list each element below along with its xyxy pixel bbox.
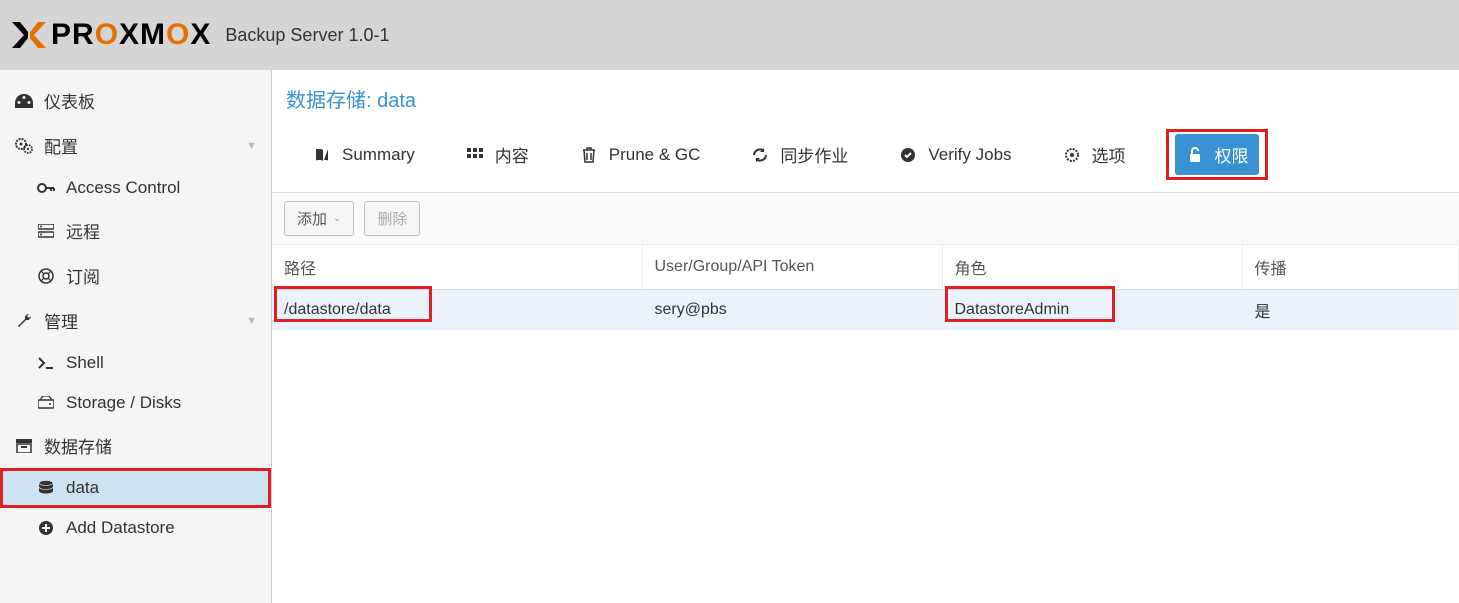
tab-summary[interactable]: Summary xyxy=(302,137,425,173)
remove-button[interactable]: 删除 xyxy=(364,201,420,236)
sidebar-item-subscription[interactable]: 订阅 xyxy=(0,253,271,298)
tab-prune[interactable]: Prune & GC xyxy=(569,137,711,173)
col-propagate[interactable]: 传播 xyxy=(1242,245,1459,290)
sidebar-label: 仪表板 xyxy=(44,88,95,113)
dashboard-icon xyxy=(14,94,34,108)
sidebar-item-datastore[interactable]: 数据存储 xyxy=(0,423,271,468)
tab-label: 同步作业 xyxy=(780,142,848,167)
key-icon xyxy=(36,182,56,194)
wrench-icon xyxy=(14,313,34,329)
server-icon xyxy=(36,224,56,238)
terminal-icon xyxy=(36,357,56,369)
sidebar-label: 管理 xyxy=(44,308,78,333)
logo: PROXMOX xyxy=(10,18,211,52)
sidebar-label: 数据存储 xyxy=(44,433,112,458)
tab-label: 选项 xyxy=(1092,142,1126,167)
hdd-icon xyxy=(36,396,56,410)
cell-role: DatastoreAdmin xyxy=(955,301,1070,318)
book-icon xyxy=(312,147,332,163)
sidebar-label: Shell xyxy=(66,353,104,373)
sidebar: 仪表板 配置 ▼ Access Control 远程 订阅 管理 ▼ Shell xyxy=(0,70,272,603)
cell-propagate: 是 xyxy=(1255,304,1271,321)
tab-label: 权限 xyxy=(1215,142,1249,167)
sidebar-item-admin[interactable]: 管理 ▼ xyxy=(0,298,271,343)
tab-label: Verify Jobs xyxy=(928,145,1011,165)
tab-label: Summary xyxy=(342,145,415,165)
database-icon xyxy=(36,480,56,496)
chevron-down-icon: ▼ xyxy=(246,315,257,327)
tab-sync[interactable]: 同步作业 xyxy=(740,134,858,175)
tab-permissions[interactable]: 权限 xyxy=(1175,134,1259,175)
tab-options[interactable]: 选项 xyxy=(1052,134,1136,175)
tab-content[interactable]: 内容 xyxy=(455,134,539,175)
cell-user: sery@pbs xyxy=(655,301,727,318)
permissions-table: 路径 User/Group/API Token 角色 传播 /datastore… xyxy=(272,245,1459,330)
add-button[interactable]: 添加 ⌄ xyxy=(284,201,354,236)
archive-icon xyxy=(14,439,34,453)
lifebuoy-icon xyxy=(36,268,56,284)
col-path[interactable]: 路径 xyxy=(272,245,642,290)
tab-label: Prune & GC xyxy=(609,145,701,165)
sidebar-label: 远程 xyxy=(66,218,100,243)
sidebar-item-data[interactable]: data xyxy=(0,468,271,508)
sidebar-label: Add Datastore xyxy=(66,518,175,538)
col-role[interactable]: 角色 xyxy=(942,245,1242,290)
highlight-box: 权限 xyxy=(1166,129,1268,180)
sidebar-item-dashboard[interactable]: 仪表板 xyxy=(0,78,271,123)
plus-circle-icon xyxy=(36,520,56,536)
trash-icon xyxy=(579,147,599,163)
app-header: PROXMOX Backup Server 1.0-1 xyxy=(0,0,1459,70)
sidebar-label: 配置 xyxy=(44,133,78,158)
sidebar-label: Access Control xyxy=(66,178,180,198)
sidebar-item-remote[interactable]: 远程 xyxy=(0,208,271,253)
cell-path: /datastore/data xyxy=(284,301,391,318)
sidebar-item-add-datastore[interactable]: Add Datastore xyxy=(0,508,271,548)
sidebar-item-access-control[interactable]: Access Control xyxy=(0,168,271,208)
unlock-icon xyxy=(1185,147,1205,163)
sidebar-item-storage-disks[interactable]: Storage / Disks xyxy=(0,383,271,423)
button-label: 删除 xyxy=(377,208,407,229)
caret-down-icon: ⌄ xyxy=(333,213,341,224)
sidebar-label: Storage / Disks xyxy=(66,393,181,413)
refresh-icon xyxy=(750,147,770,163)
check-circle-icon xyxy=(898,147,918,163)
gears-icon xyxy=(14,138,34,154)
header-subtitle: Backup Server 1.0-1 xyxy=(225,25,389,46)
grid-icon xyxy=(465,148,485,162)
tab-verify[interactable]: Verify Jobs xyxy=(888,137,1021,173)
logo-x-icon xyxy=(10,18,48,52)
sidebar-label: 订阅 xyxy=(66,263,100,288)
content-area: 数据存储: data Summary 内容 Prune & GC 同步作业 Ve… xyxy=(272,70,1459,603)
toolbar: 添加 ⌄ 删除 xyxy=(272,193,1459,245)
sidebar-item-config[interactable]: 配置 ▼ xyxy=(0,123,271,168)
tab-label: 内容 xyxy=(495,142,529,167)
logo-text: PROXMOX xyxy=(51,18,211,52)
sidebar-label: data xyxy=(66,478,99,498)
chevron-down-icon: ▼ xyxy=(246,140,257,152)
col-user[interactable]: User/Group/API Token xyxy=(642,245,942,290)
page-title: 数据存储: data xyxy=(272,70,1459,123)
table-row[interactable]: /datastore/data sery@pbs DatastoreAdmin … xyxy=(272,290,1459,331)
sidebar-item-shell[interactable]: Shell xyxy=(0,343,271,383)
tab-bar: Summary 内容 Prune & GC 同步作业 Verify Jobs 选… xyxy=(272,123,1459,193)
button-label: 添加 xyxy=(297,208,327,229)
gear-icon xyxy=(1062,147,1082,163)
